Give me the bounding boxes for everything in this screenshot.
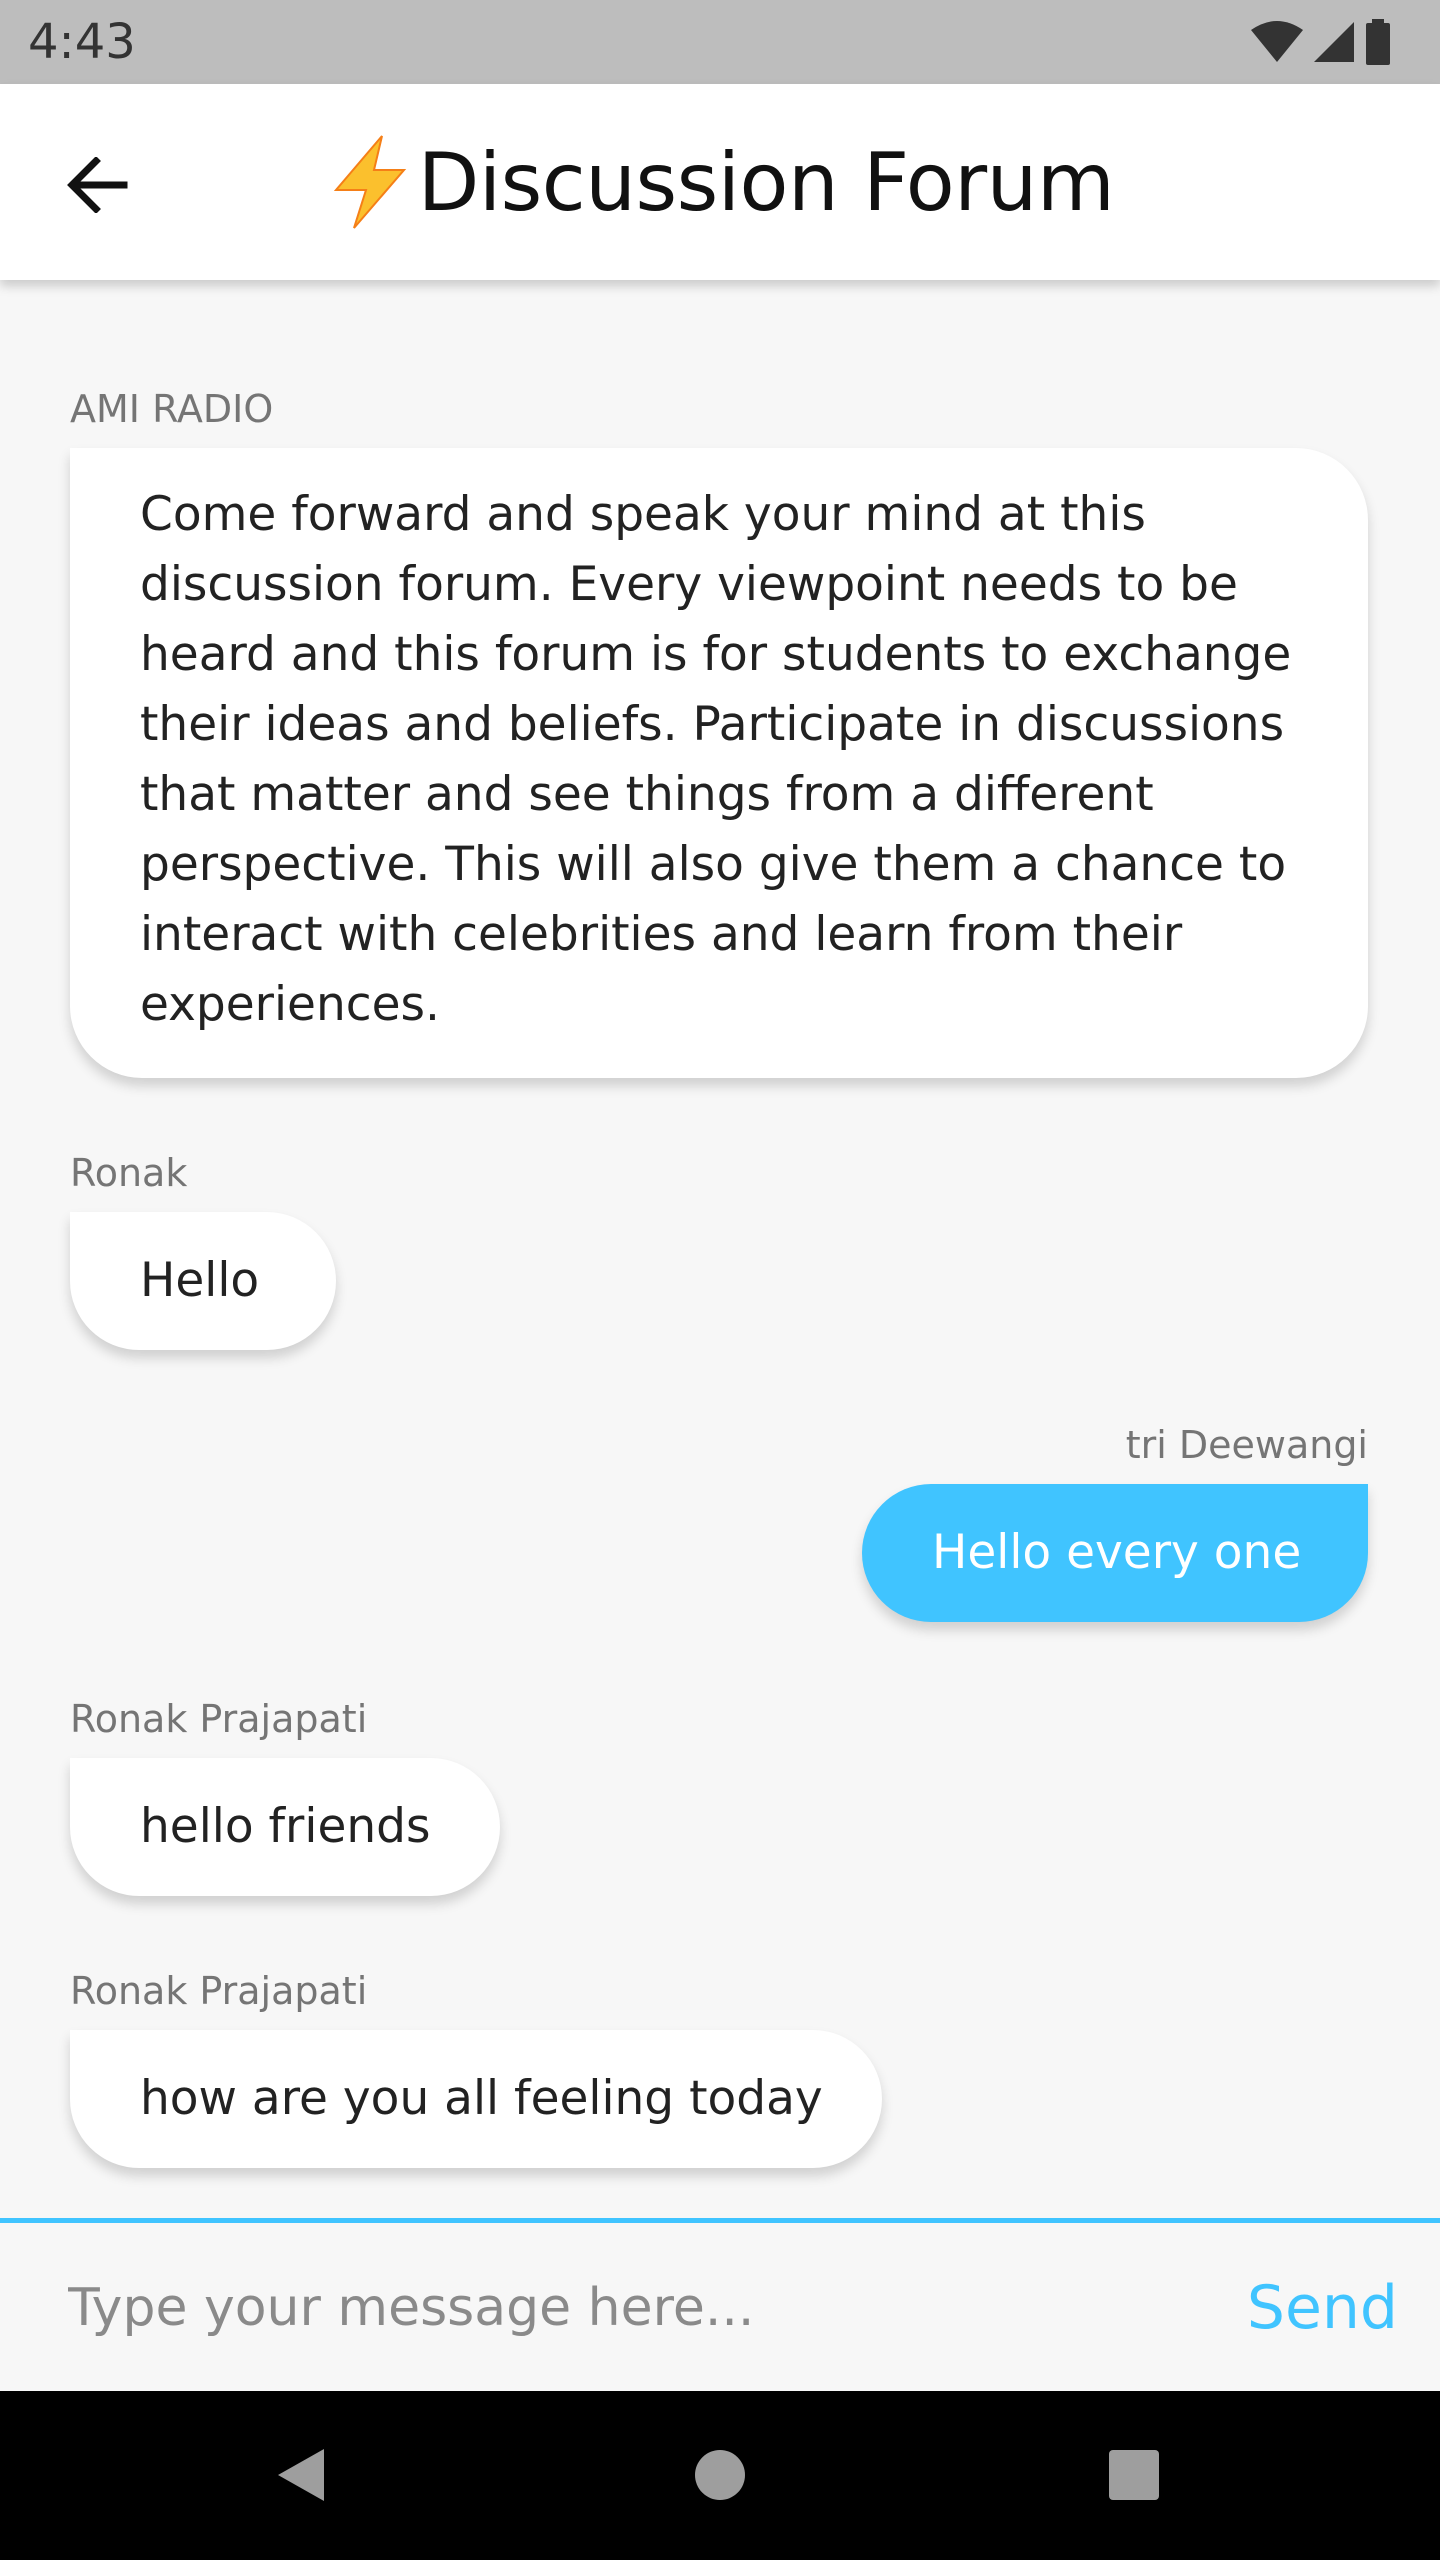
- system-nav-bar: [0, 2391, 1440, 2560]
- composer-bar: Send: [0, 2223, 1440, 2391]
- nav-recents-button[interactable]: [1098, 2441, 1170, 2513]
- message-item: AMI RADIO: [70, 386, 273, 432]
- wifi-icon: [1250, 20, 1304, 64]
- message-bubble: hello friends: [70, 1758, 500, 1896]
- lightning-bolt-icon: [326, 134, 412, 230]
- message-input[interactable]: [68, 2263, 1188, 2353]
- status-time: 4:43: [28, 14, 136, 70]
- message-bubble: how are you all feeling today: [70, 2030, 882, 2168]
- message-text: Hello: [140, 1253, 260, 1308]
- status-bar: 4:43: [0, 0, 1440, 84]
- nav-home-button[interactable]: [684, 2441, 756, 2513]
- message-text: Come forward and speak your mind at this…: [140, 487, 1292, 1032]
- status-icons: [1250, 18, 1392, 66]
- message-text: Hello every one: [932, 1525, 1302, 1580]
- message-list[interactable]: AMI RADIO Come forward and speak your mi…: [0, 280, 1440, 2218]
- back-triangle-icon: [272, 2445, 328, 2509]
- message-bubble: Hello: [70, 1212, 336, 1350]
- message-bubble: Hello every one: [862, 1484, 1368, 1622]
- app-bar: Discussion Forum: [0, 84, 1440, 280]
- message-text: hello friends: [140, 1799, 431, 1854]
- nav-back-button[interactable]: [264, 2441, 336, 2513]
- signal-icon: [1312, 20, 1356, 64]
- message-sender: Ronak Prajapati: [70, 1697, 368, 1741]
- message-text: how are you all feeling today: [140, 2071, 823, 2126]
- message-item: Ronak Prajapati: [70, 1968, 367, 2014]
- message-sender: tri Deewangi: [1125, 1423, 1368, 1467]
- page-title: Discussion Forum: [417, 135, 1115, 229]
- back-button[interactable]: [52, 142, 142, 232]
- message-item: Ronak: [70, 1150, 187, 1196]
- recents-square-icon: [1106, 2447, 1162, 2507]
- send-button[interactable]: Send: [1247, 2263, 1398, 2353]
- title-wrap: Discussion Forum: [0, 84, 1440, 280]
- message-sender: Ronak: [70, 1151, 188, 1195]
- message-bubble: Come forward and speak your mind at this…: [70, 448, 1368, 1078]
- home-circle-icon: [692, 2447, 748, 2507]
- message-sender: AMI RADIO: [70, 387, 274, 431]
- message-item: Ronak Prajapati: [70, 1696, 367, 1742]
- message-sender: Ronak Prajapati: [70, 1969, 368, 2013]
- message-item: tri Deewangi: [1126, 1422, 1368, 1468]
- battery-icon: [1364, 19, 1392, 65]
- arrow-back-icon: [66, 156, 128, 217]
